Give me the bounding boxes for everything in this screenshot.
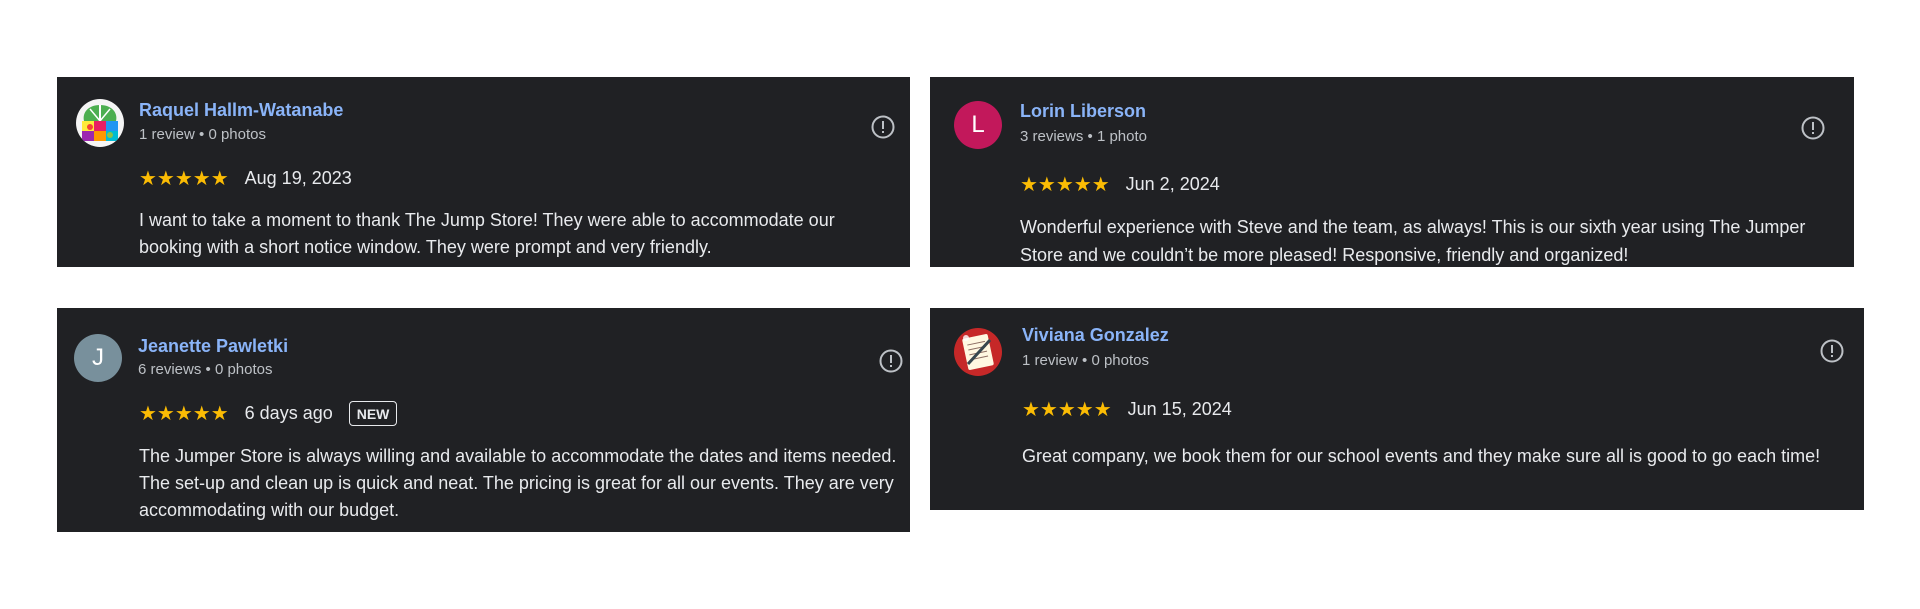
star-rating: ★★★★★ [139,402,229,425]
review-date: 6 days ago [244,403,333,423]
star-rating: ★★★★★ [139,167,229,190]
rating-row: ★★★★★ 6 days ago NEW [139,401,398,426]
reviewer-meta: 3 reviews • 1 photo [1020,128,1147,145]
reviewer-avatar[interactable] [954,328,1002,376]
reviewer-avatar[interactable]: J [74,334,122,382]
review-text: Great company, we book them for our scho… [1022,446,1821,466]
review-card: J Jeanette Pawletki 6 reviews • 0 photos… [57,308,910,532]
rating-row: ★★★★★ Jun 15, 2024 [1022,399,1232,420]
colorful-tree-icon [76,99,124,147]
star-rating: ★★★★★ [1020,173,1110,196]
review-date: Jun 15, 2024 [1127,399,1232,419]
new-badge: NEW [348,401,398,426]
rating-row: ★★★★★ Jun 2, 2024 [1020,174,1220,195]
reviewer-meta: 1 review • 0 photos [1022,352,1149,369]
rating-row: ★★★★★ Aug 19, 2023 [139,168,352,189]
review-card: Viviana Gonzalez 1 review • 0 photos ★★★… [930,308,1864,510]
review-card: L Lorin Liberson 3 reviews • 1 photo ★★★… [930,77,1854,267]
report-review-icon[interactable] [878,348,904,374]
reviewer-name-link[interactable]: Lorin Liberson [1020,101,1146,122]
star-rating: ★★★★★ [1022,398,1112,421]
reviewer-avatar[interactable] [76,99,124,147]
avatar-letter: L [971,111,985,138]
report-review-icon[interactable] [870,114,896,140]
report-review-icon[interactable] [1819,338,1845,364]
avatar-letter: J [92,344,104,371]
review-date: Jun 2, 2024 [1125,174,1220,194]
review-text: I want to take a moment to thank The Jum… [139,210,835,257]
review-card: Raquel Hallm-Watanabe 1 review • 0 photo… [57,77,910,267]
review-text: Wonderful experience with Steve and the … [1020,217,1806,265]
reviewer-name-link[interactable]: Viviana Gonzalez [1022,325,1169,346]
reviewer-meta: 6 reviews • 0 photos [138,361,273,378]
reviewer-name-link[interactable]: Jeanette Pawletki [138,336,288,357]
reviewer-meta: 1 review • 0 photos [139,126,266,143]
notebook-pen-icon [954,328,1002,376]
review-text: The Jumper Store is always willing and a… [139,446,897,520]
report-review-icon[interactable] [1800,115,1826,141]
review-date: Aug 19, 2023 [244,168,352,188]
reviewer-name-link[interactable]: Raquel Hallm-Watanabe [139,100,343,121]
reviewer-avatar[interactable]: L [954,101,1002,149]
